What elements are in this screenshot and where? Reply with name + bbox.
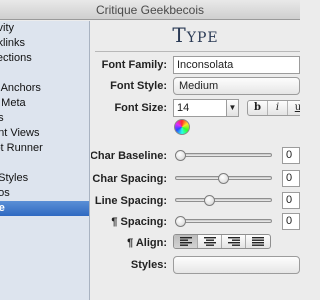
char-spacing-field[interactable]: 0 [282, 170, 300, 187]
bold-button[interactable]: b [248, 101, 268, 115]
align-center-button[interactable] [198, 235, 222, 248]
sidebar-item-meta[interactable]: e Meta [0, 96, 89, 111]
sidebar-item-es[interactable]: es [0, 111, 89, 126]
sidebar-item-collections[interactable]: llections [0, 51, 89, 66]
align-left-icon [180, 237, 192, 246]
align-left-button[interactable] [174, 235, 198, 248]
sidebar-item-anchors[interactable]: e Anchors [0, 81, 89, 96]
char-baseline-label: Char Baseline: [91, 150, 167, 162]
paragraph-align-label: ¶ Align: [127, 237, 167, 249]
font-size-dropdown-button[interactable]: ▼ [227, 99, 239, 117]
underline-button[interactable]: u [288, 101, 300, 115]
sidebar-item-backlinks[interactable]: cklinks [0, 36, 89, 51]
char-spacing-slider-knob[interactable] [218, 173, 229, 184]
text-style-segmented: b i u [247, 100, 300, 116]
align-right-button[interactable] [222, 235, 246, 248]
char-baseline-slider-knob[interactable] [175, 150, 186, 161]
font-size-field[interactable]: 14 [173, 99, 227, 117]
line-spacing-slider-track [175, 198, 272, 202]
paragraph-spacing-slider-track [175, 219, 272, 223]
italic-button[interactable]: i [268, 101, 288, 115]
align-right-icon [228, 237, 240, 246]
title-divider [95, 51, 300, 52]
chevron-down-icon: ▼ [228, 103, 237, 112]
align-justify-icon [252, 237, 264, 246]
line-spacing-field[interactable]: 0 [282, 192, 300, 209]
window-titlebar: Critique Geekbecois [0, 0, 300, 20]
window-title: Critique Geekbecois [95, 3, 205, 17]
char-baseline-slider-track [175, 153, 272, 157]
sidebar-item-styles[interactable]: t Styles [0, 171, 89, 186]
font-size-label: Font Size: [114, 102, 167, 114]
sidebar-item-s[interactable]: s [0, 156, 89, 171]
font-family-label: Font Family: [101, 59, 167, 71]
type-panel: Type Font Family: Inconsolata Font Style… [91, 21, 300, 300]
styles-label: Styles: [130, 259, 167, 271]
align-justify-button[interactable] [246, 235, 270, 248]
font-style-label: Font Style: [110, 80, 167, 92]
align-center-icon [204, 237, 216, 246]
paragraph-spacing-slider-knob[interactable] [175, 216, 186, 227]
sidebar-item-e[interactable]: e [0, 66, 89, 81]
sidebar-item-script-runner[interactable]: ipt Runner [0, 141, 89, 156]
color-wheel-icon[interactable] [174, 119, 190, 135]
sidebar-item-views[interactable]: ent Views [0, 126, 89, 141]
paragraph-spacing-field[interactable]: 0 [282, 213, 300, 230]
paragraph-align-segmented [173, 234, 271, 249]
sidebar-item-todos[interactable]: dos [0, 186, 89, 201]
sidebar-item-activity[interactable]: tivity [0, 21, 89, 36]
panel-title: Type [172, 23, 219, 47]
sidebar-item-type[interactable]: pe [0, 201, 89, 216]
char-baseline-field[interactable]: 0 [282, 147, 300, 164]
char-spacing-label: Char Spacing: [92, 173, 167, 185]
font-family-field[interactable]: Inconsolata [173, 56, 300, 74]
font-style-value: Medium [179, 80, 219, 92]
line-spacing-slider-knob[interactable] [204, 195, 215, 206]
styles-popup[interactable] [173, 256, 300, 274]
font-style-popup[interactable]: Medium [173, 77, 300, 95]
paragraph-spacing-label: ¶ Spacing: [111, 216, 167, 228]
sidebar: tivity cklinks llections e e Anchors e M… [0, 21, 90, 300]
line-spacing-label: Line Spacing: [94, 195, 167, 207]
